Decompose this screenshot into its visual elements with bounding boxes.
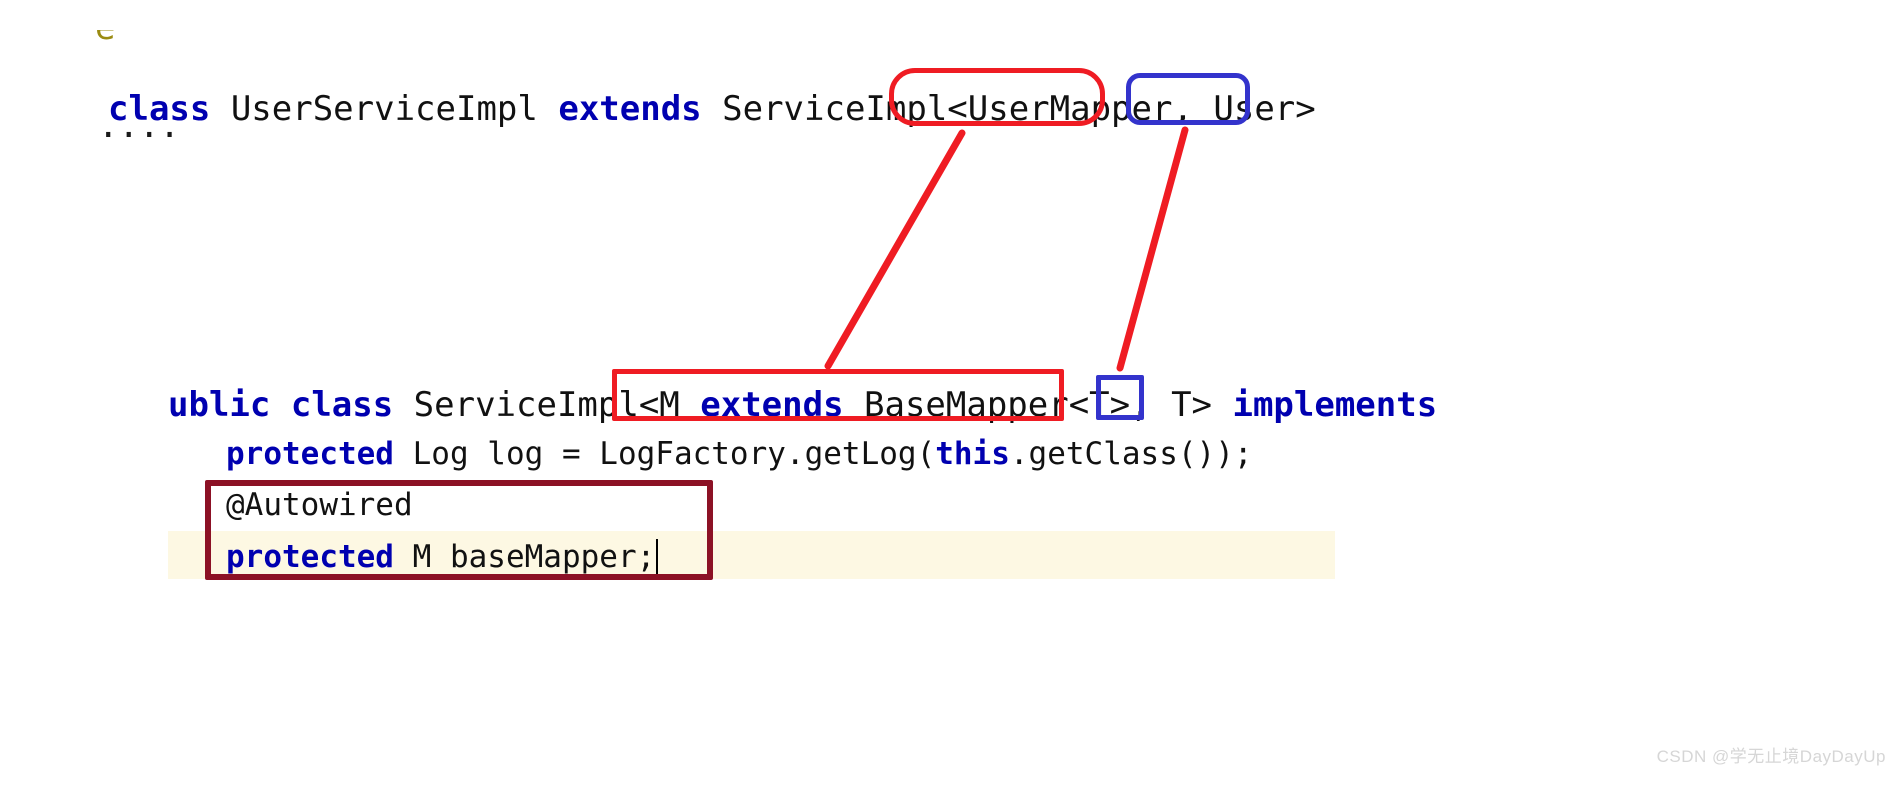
annotation-box-m-extends [612,369,1064,421]
keyword-extends: extends [558,89,702,129]
annotation-box-usermapper [889,68,1105,126]
annotation-box-user [1126,73,1250,125]
csdn-watermark: CSDN @学无止境DayDayUp [1656,747,1886,766]
annotation-box-autowired-basemapper [205,480,713,580]
code-screenshot-canvas: e class UserServiceImpl extends ServiceI… [0,0,1904,785]
keyword-implements: implements [1232,385,1438,425]
code-line-3-expr-a: Log log = LogFactory.getLog( [393,436,936,472]
code-line-3: protected Log log = LogFactory.getLog(th… [226,439,1253,470]
annotation-box-t [1096,375,1144,420]
clipped-top-text: e [95,30,115,48]
keyword-this: this [935,436,1010,472]
clipped-under-text: ....` [98,130,200,144]
code-line-1-name: UserServiceImpl [210,89,559,129]
connector-user-to-t [1116,126,1189,372]
code-line-2-space [270,385,290,425]
keyword-public: ublic [168,385,271,425]
keyword-protected: protected [226,436,394,472]
connector-usermapper-to-m [824,129,966,370]
keyword-class-2: class [290,385,394,425]
clipped-under-line: ....` [98,130,318,144]
keyword-class: class [108,89,211,129]
code-line-3-expr-b: .getClass()); [1009,436,1253,472]
clipped-top-line: e [95,30,395,64]
